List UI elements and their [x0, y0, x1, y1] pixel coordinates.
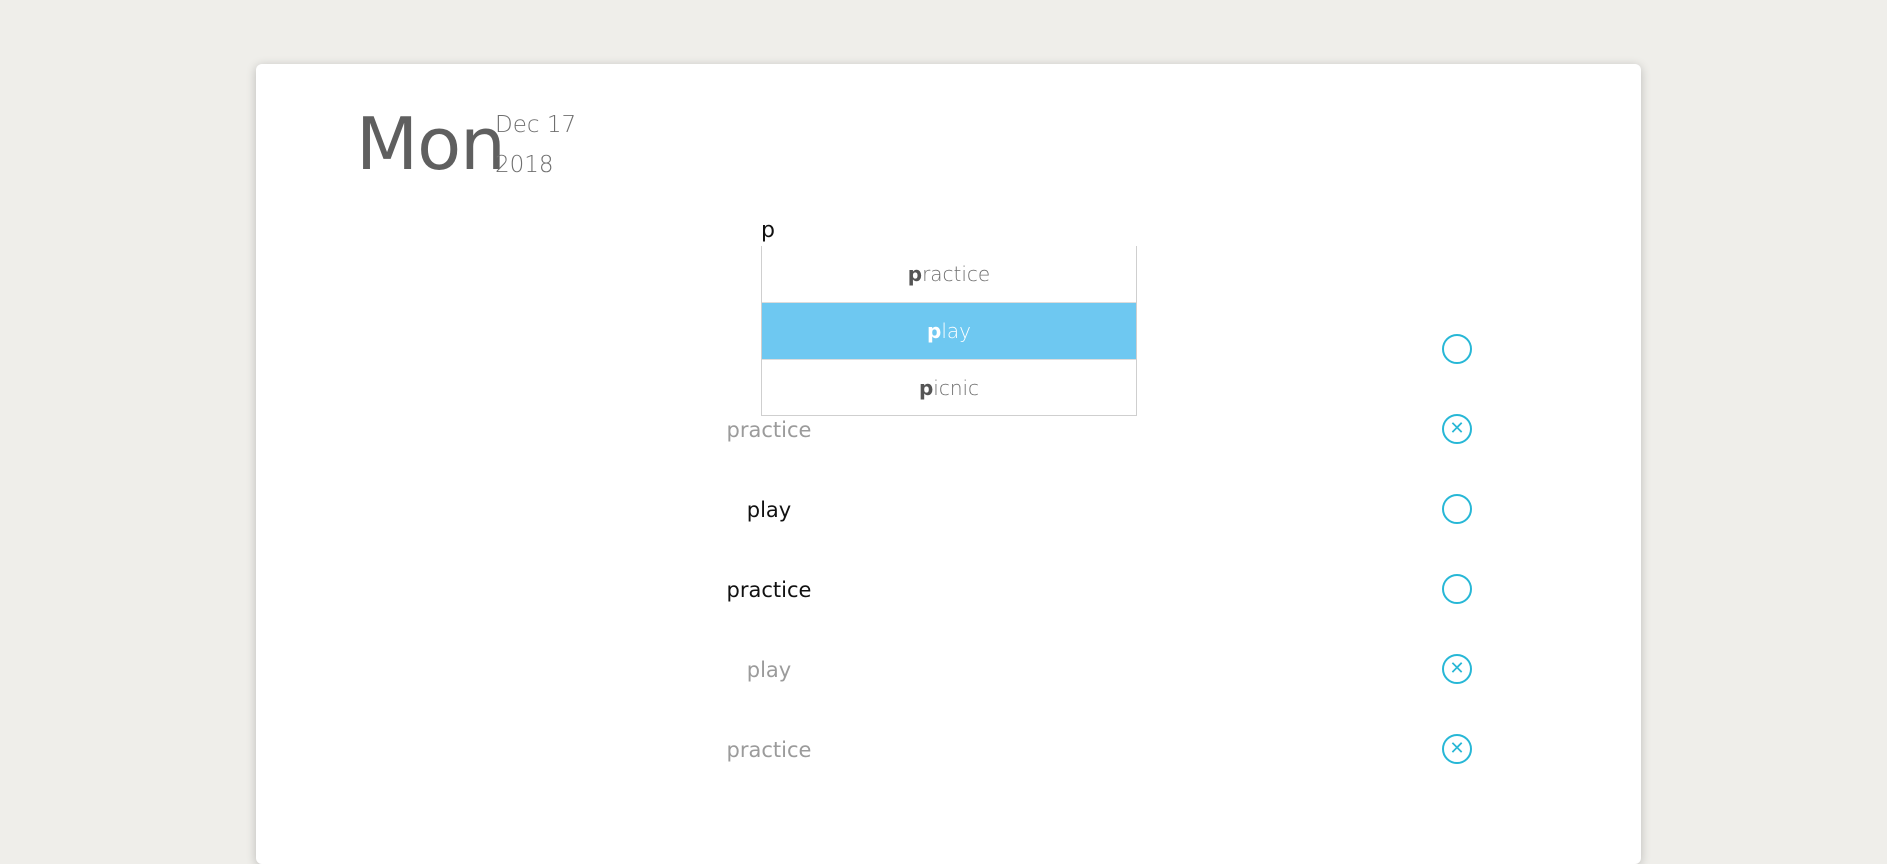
- suggestion-rest: icnic: [933, 376, 980, 400]
- task-label: practice: [726, 418, 812, 442]
- task-row: play ✕: [256, 650, 1641, 694]
- task-row: practice: [256, 570, 1641, 614]
- day-name: Mon: [356, 102, 506, 186]
- x-circle-icon[interactable]: ✕: [1442, 734, 1472, 764]
- circle-icon[interactable]: [1442, 494, 1472, 524]
- suggestion-item[interactable]: picnic: [762, 360, 1136, 416]
- suggestion-item[interactable]: practice: [762, 246, 1136, 303]
- task-label: practice: [726, 578, 812, 602]
- task-label: play: [746, 498, 792, 522]
- suggestion-rest: ractice: [922, 262, 991, 286]
- task-row: practice ✕: [256, 730, 1641, 774]
- circle-icon[interactable]: [1442, 334, 1472, 364]
- suggestion-match: p: [907, 262, 923, 286]
- x-circle-icon[interactable]: ✕: [1442, 654, 1472, 684]
- circle-icon[interactable]: [1442, 574, 1472, 604]
- task-label: play: [746, 658, 792, 682]
- task-row: play: [256, 490, 1641, 534]
- suggestion-match: p: [927, 319, 942, 343]
- suggestion-match: p: [918, 376, 934, 400]
- task-row: practice ✕: [256, 410, 1641, 454]
- task-label: practice: [726, 738, 812, 762]
- suggestion-rest: lay: [941, 319, 971, 343]
- autocomplete-dropdown: practice play picnic: [761, 246, 1137, 416]
- month-day: Dec 17: [495, 112, 577, 138]
- x-circle-icon[interactable]: ✕: [1442, 414, 1472, 444]
- year: 2018: [495, 152, 554, 178]
- task-search-input[interactable]: [761, 214, 1135, 249]
- suggestion-item-active[interactable]: play: [762, 303, 1136, 360]
- day-card: Mon Dec 17 2018 practice play picnic pra…: [256, 64, 1641, 864]
